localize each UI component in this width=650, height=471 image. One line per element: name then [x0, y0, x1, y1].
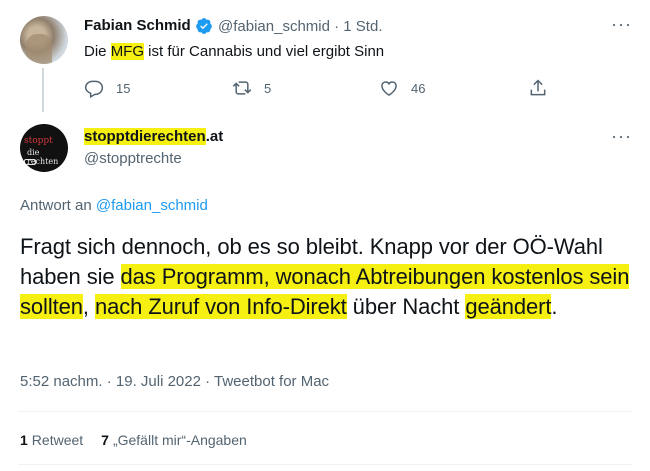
parent-action-bar: 15 5 46	[84, 78, 564, 100]
more-icon[interactable]: ···	[611, 14, 632, 35]
share-icon	[530, 79, 546, 96]
divider	[18, 411, 632, 412]
engagement-stats: 1 Retweet 7 „Gefällt mir“-Angaben	[20, 432, 265, 448]
main-author-name[interactable]: stopptdierechten.at	[84, 128, 223, 145]
reply-button[interactable]: 15	[84, 78, 130, 98]
more-icon[interactable]: ···	[611, 126, 632, 147]
meta-separator: ·	[334, 18, 340, 35]
share-button[interactable]	[528, 78, 560, 98]
reply-icon	[84, 80, 104, 98]
likes-count: 7	[101, 432, 109, 448]
highlight-info-direkt: nach Zuruf von Info-Direkt	[94, 294, 347, 319]
main-author-handle[interactable]: @stopptrechte	[84, 150, 182, 167]
retweets-label: Retweet	[31, 432, 84, 448]
avatar-logo-line1: stoppt	[24, 136, 53, 146]
main-tweet-text: Fragt sich dennoch, ob es so bleibt. Kna…	[20, 232, 645, 322]
parent-text-before: Die	[84, 43, 111, 60]
like-count: 46	[411, 80, 426, 96]
retweet-count: 5	[264, 80, 272, 96]
parent-tweet[interactable]: Fabian Schmid @fabian_schmid · 1 Std. ··…	[0, 0, 650, 112]
tweet-timestamp[interactable]: 5:52 nachm. · 19. Juli 2022 · Tweetbot f…	[20, 373, 329, 390]
like-button[interactable]: 46	[379, 78, 425, 98]
body-segment-6: .	[551, 294, 558, 319]
avatar-fabian-schmid[interactable]	[20, 16, 68, 64]
likes-stat[interactable]: 7 „Gefällt mir“-Angaben	[101, 432, 247, 448]
retweet-button[interactable]: 5	[232, 78, 271, 98]
verified-badge-icon	[196, 18, 212, 34]
parent-tweet-text: Die MFG ist für Cannabis und viel ergibt…	[84, 43, 384, 60]
retweets-count: 1	[20, 432, 28, 448]
reply-count: 15	[116, 80, 131, 96]
parent-author-handle[interactable]: @fabian_schmid	[218, 18, 330, 35]
retweets-stat[interactable]: 1 Retweet	[20, 432, 83, 448]
highlight-geaendert: geändert	[465, 294, 552, 319]
parent-meta: @fabian_schmid · 1 Std.	[218, 18, 383, 35]
reply-to-link[interactable]: @fabian_schmid	[96, 197, 208, 214]
highlight-mfg: MFG	[110, 43, 145, 60]
divider	[18, 464, 632, 465]
avatar-stopptdierechten[interactable]: stoppt die rechten	[20, 124, 68, 172]
like-icon	[381, 81, 397, 96]
reply-prefix: Antwort an	[20, 197, 96, 214]
parent-author-name[interactable]: Fabian Schmid	[84, 17, 191, 34]
body-segment-2: ,	[82, 294, 95, 319]
author-name-highlight: stopptdierechten	[84, 128, 206, 145]
parent-time-ago[interactable]: 1 Std.	[343, 18, 382, 35]
reply-context: Antwort an @fabian_schmid	[20, 197, 208, 214]
parent-text-after: ist für Cannabis und viel ergibt Sinn	[144, 43, 385, 60]
likes-label: „Gefällt mir“-Angaben	[112, 432, 247, 448]
thread-connector-line	[42, 68, 44, 112]
retweet-icon	[232, 81, 252, 95]
body-segment-4: über Nacht	[346, 294, 466, 319]
avatar-logo-mark	[24, 159, 36, 165]
author-name-tail: .at	[205, 128, 224, 145]
